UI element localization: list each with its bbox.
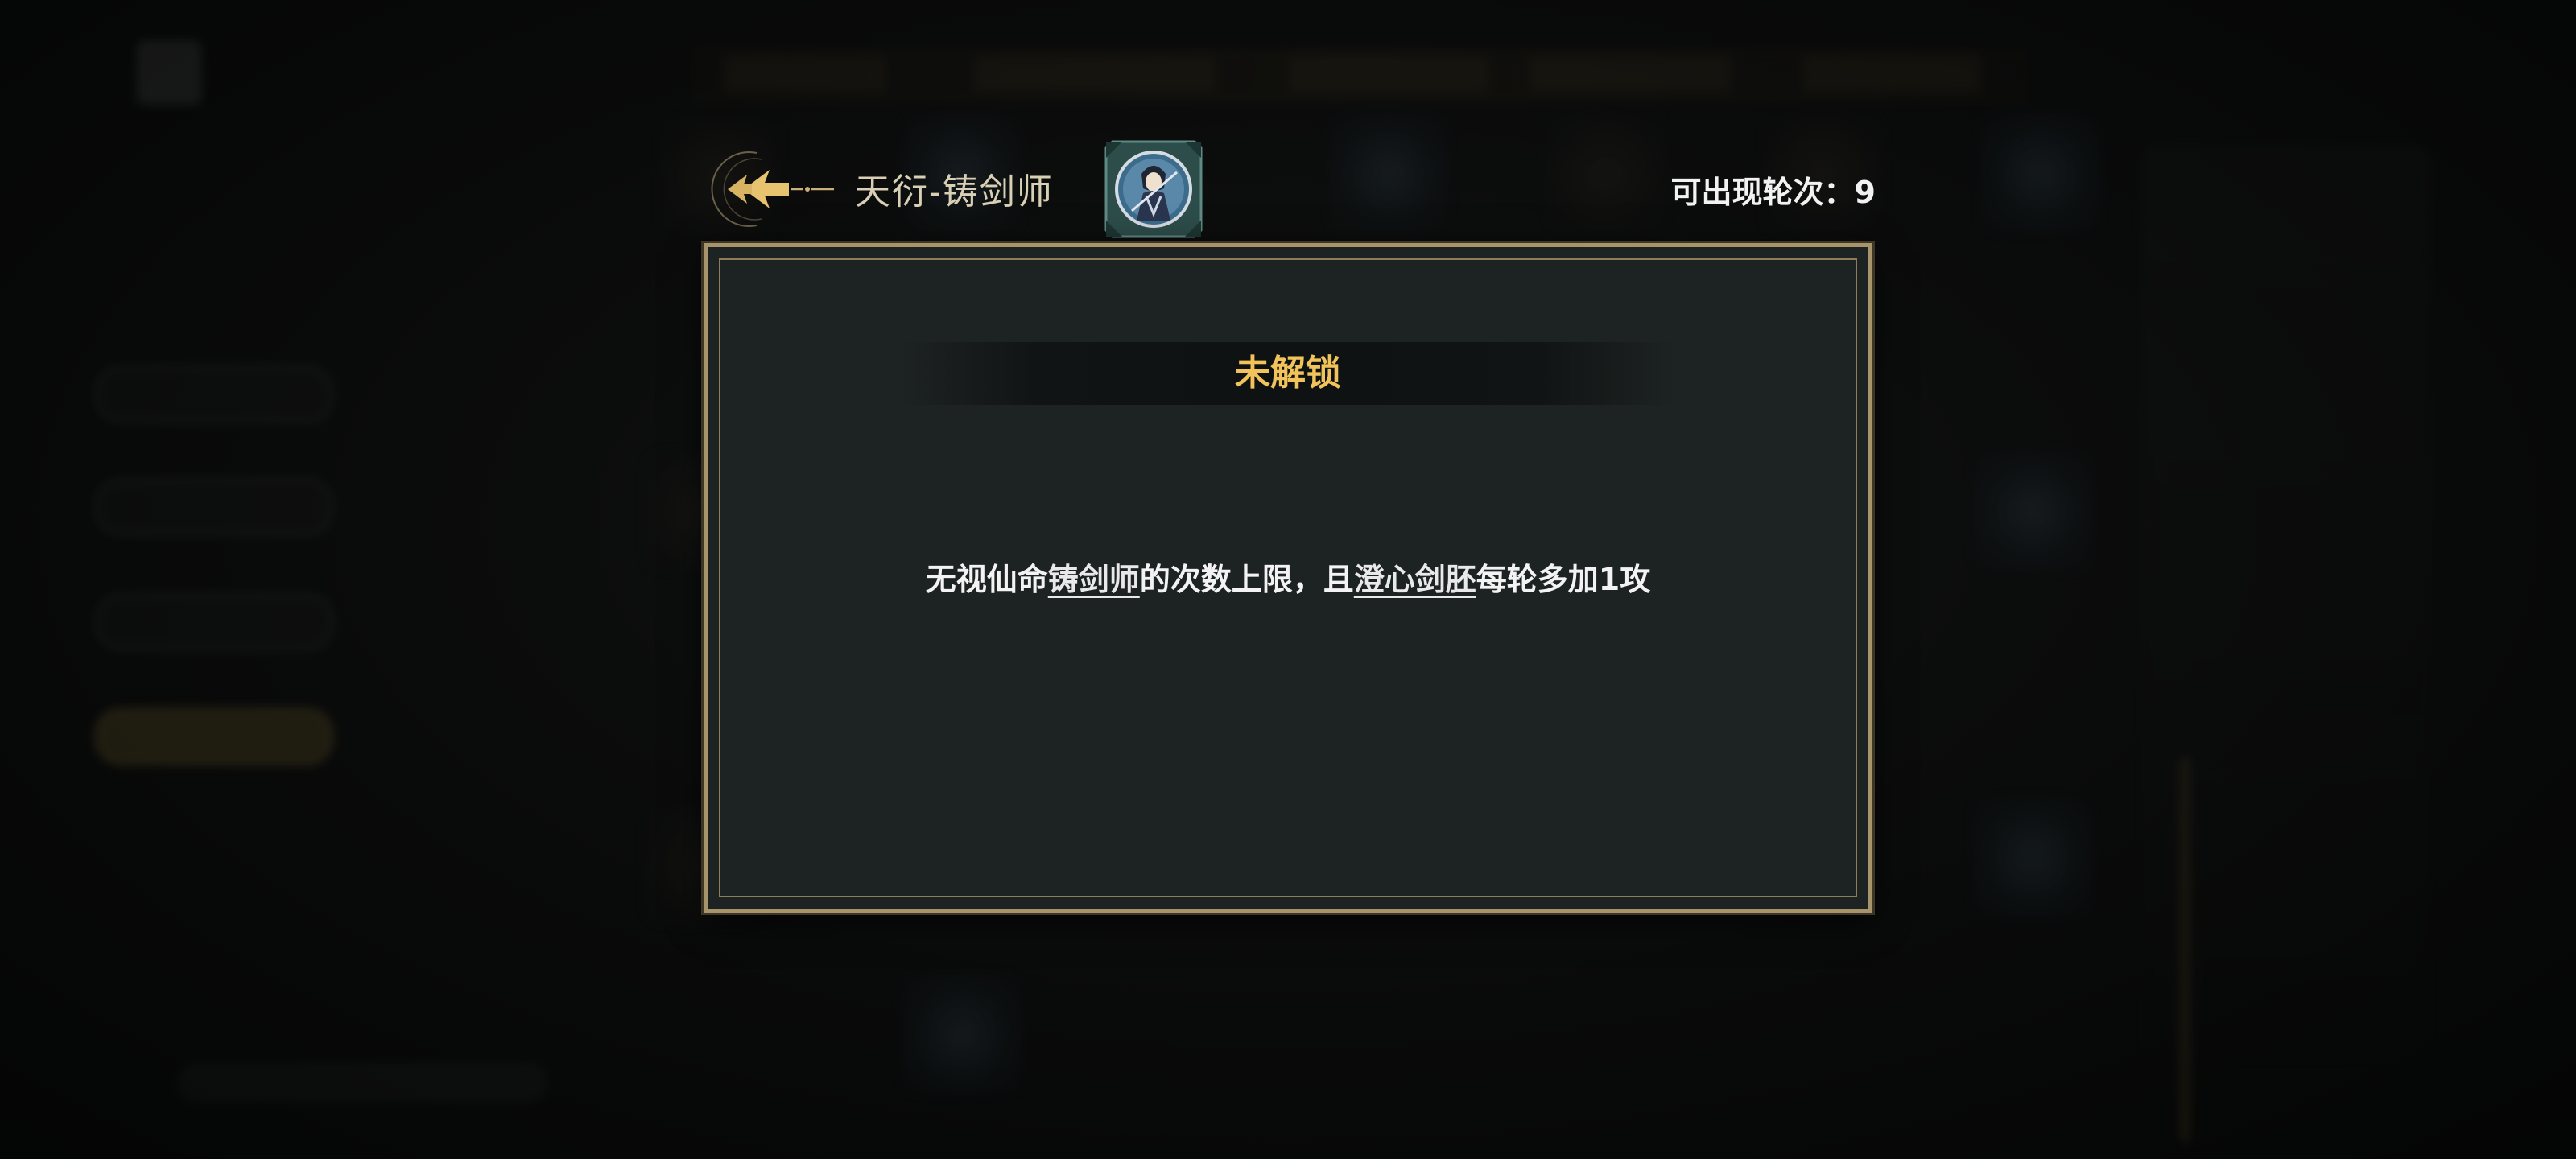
lock-status: 未解锁: [1235, 353, 1341, 394]
effect-description: 无视仙命铸剑师的次数上限，且澄心剑胚每轮多加1攻: [708, 555, 1868, 599]
rounds-label: 可出现轮次：: [1670, 175, 1855, 210]
page-title: 天衍-铸剑师: [855, 171, 1054, 212]
keyword-link-sword-embryo[interactable]: 澄心剑胚: [1354, 562, 1476, 597]
detail-dialog: 未解锁 无视仙命铸剑师的次数上限，且澄心剑胚每轮多加1攻: [704, 243, 1872, 913]
description-text: 每轮多加1攻: [1476, 562, 1651, 597]
description-text: 无视仙命: [925, 562, 1048, 597]
rounds-indicator: 可出现轮次：9: [1671, 167, 1876, 212]
swordsmith-portrait-icon: [1104, 140, 1203, 238]
description-text: 的次数上限，且: [1139, 562, 1354, 597]
character-portrait[interactable]: [1104, 140, 1203, 238]
keyword-link-swordsmith[interactable]: 铸剑师: [1048, 562, 1140, 597]
rounds-value: 9: [1854, 175, 1876, 210]
status-banner: 未解锁: [901, 342, 1675, 405]
arrow-back-icon: [711, 151, 834, 227]
game-screen: 天衍-铸剑师 可出现轮次：9 未解锁 无视仙命铸剑师的次数上限，且澄心剑胚每轮多…: [0, 0, 2576, 1159]
dialog-header: 天衍-铸剑师 可出现轮次：9: [700, 137, 1876, 241]
back-button[interactable]: [700, 146, 837, 232]
